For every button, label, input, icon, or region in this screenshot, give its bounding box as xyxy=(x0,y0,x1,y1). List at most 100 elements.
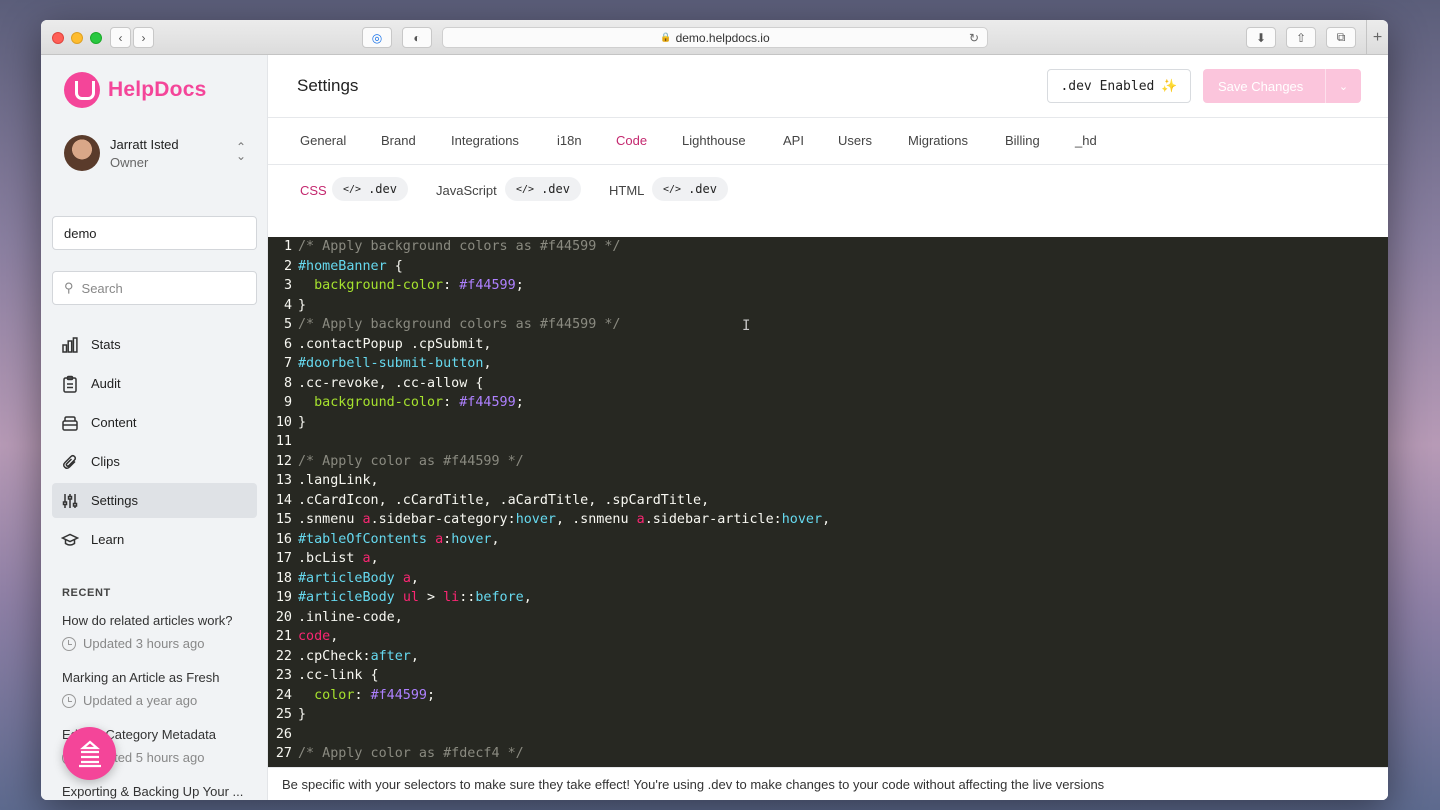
recent-item-title: How do related articles work? xyxy=(62,613,233,628)
code-line[interactable]: 21 code, xyxy=(268,627,1388,647)
recent-item[interactable]: Exporting & Backing Up Your ... xyxy=(62,784,257,799)
page-title: Settings xyxy=(297,76,359,95)
javascript-dev-toggle[interactable]: </> .dev xyxy=(505,177,581,201)
code-tag-selector: a xyxy=(362,551,371,566)
sidebar-item-content[interactable]: Content xyxy=(52,405,257,440)
code-id-selector: #articleBody xyxy=(298,570,395,586)
tab-migrations[interactable]: Migrations xyxy=(908,133,968,148)
sidebar-item-audit[interactable]: Audit xyxy=(52,366,257,401)
code-content: .bcList a, xyxy=(298,549,379,569)
code-line[interactable]: 16 #tableOfContents a:hover, xyxy=(268,530,1388,550)
brand-name: HelpDocs xyxy=(108,78,207,101)
code-value: #f44599 xyxy=(459,395,516,410)
subtab-html[interactable]: HTML xyxy=(609,183,644,198)
code-content: #articleBody ul > li::before, xyxy=(298,588,532,608)
code-content: code, xyxy=(298,627,338,647)
address-bar[interactable]: 🔒 demo.helpdocs.io ↻ xyxy=(442,27,988,48)
css-dev-toggle[interactable]: </> .dev xyxy=(332,177,408,201)
code-line[interactable]: 8 .cc-revoke, .cc-allow { xyxy=(268,374,1388,394)
code-content: .langLink, xyxy=(298,471,379,491)
dev-enabled-button[interactable]: .dev Enabled ✨ xyxy=(1047,69,1191,103)
html-dev-toggle[interactable]: </> .dev xyxy=(652,177,728,201)
code-line[interactable]: 19 #articleBody ul > li::before, xyxy=(268,588,1388,608)
line-number: 12 xyxy=(275,453,292,469)
search-input[interactable]: ⚲ Search xyxy=(52,271,257,305)
tab-users[interactable]: Users xyxy=(838,133,872,148)
css-code-editor[interactable]: I 1 /* Apply background colors as #f44599… xyxy=(268,237,1388,787)
code-line[interactable]: 7 #doorbell-submit-button, xyxy=(268,354,1388,374)
forward-button[interactable]: › xyxy=(133,27,154,48)
code-line[interactable]: 4} xyxy=(268,296,1388,316)
chevron-down-icon[interactable]: ⌄ xyxy=(1325,69,1361,103)
code-line[interactable]: 24 color: #f44599; xyxy=(268,686,1388,706)
tab-hd[interactable]: _hd xyxy=(1075,133,1097,148)
code-line[interactable]: 11 xyxy=(268,432,1388,452)
code-line[interactable]: 12 /* Apply color as #f44599 */ xyxy=(268,452,1388,472)
code-line[interactable]: 9 background-color: #f44599; xyxy=(268,393,1388,413)
line-number: 21 xyxy=(275,629,292,644)
code-line[interactable]: 27 /* Apply color as #fdecf4 */ xyxy=(268,744,1388,764)
code-line[interactable]: 14 .cCardIcon, .cCardTitle, .aCardTitle, … xyxy=(268,491,1388,511)
close-window-button[interactable] xyxy=(52,32,64,44)
help-widget-button[interactable] xyxy=(63,727,116,780)
code-text: , xyxy=(523,590,532,605)
paperclip-icon xyxy=(61,453,79,471)
page-header: Settings .dev Enabled ✨ Save Changes ⌄ xyxy=(268,55,1388,118)
sidebar-item-stats[interactable]: Stats xyxy=(52,327,257,362)
workspace-field[interactable]: demo xyxy=(52,216,257,250)
code-text: : xyxy=(443,531,452,547)
new-tab-button[interactable]: + xyxy=(1366,20,1388,55)
code-line[interactable]: 2 #homeBanner { xyxy=(268,257,1388,277)
tab-general[interactable]: General xyxy=(300,133,346,148)
code-line[interactable]: 17 .bcList a, xyxy=(268,549,1388,569)
downloads-button[interactable]: ⬇ xyxy=(1246,27,1276,48)
sidebar-item-label: Settings xyxy=(91,493,138,508)
privacy-button[interactable]: ◐ xyxy=(402,27,432,48)
code-subtabs: CSS </> .dev JavaScript </> .dev HTML </>.… xyxy=(268,165,1388,218)
share-button[interactable]: ⇧ xyxy=(1286,27,1316,48)
subtab-css[interactable]: CSS xyxy=(300,183,327,198)
code-line[interactable]: 10} xyxy=(268,413,1388,433)
tab-billing[interactable]: Billing xyxy=(1005,133,1040,148)
tab-i18n[interactable]: i18n xyxy=(557,133,582,148)
bar-chart-icon xyxy=(61,336,79,354)
reload-icon[interactable]: ↻ xyxy=(969,31,979,45)
zoom-window-button[interactable] xyxy=(90,32,102,44)
code-line[interactable]: 20 .inline-code, xyxy=(268,608,1388,628)
sidebar-item-label: Audit xyxy=(91,376,121,391)
code-line[interactable]: 22 .cpCheck:after, xyxy=(268,647,1388,667)
save-changes-button[interactable]: Save Changes ⌄ xyxy=(1203,69,1361,103)
code-line[interactable]: 23 .cc-link { xyxy=(268,666,1388,686)
tab-brand[interactable]: Brand xyxy=(381,133,416,148)
tab-code[interactable]: Code xyxy=(616,133,647,148)
code-content: .snmenu a.sidebar-category:hover, .snmen… xyxy=(298,510,830,530)
line-number: 16 xyxy=(275,531,292,547)
code-line[interactable]: 1 /* Apply background colors as #f44599 *… xyxy=(268,237,1388,257)
password-button[interactable]: ◎ xyxy=(362,27,392,48)
code-line[interactable]: 26 xyxy=(268,725,1388,745)
minimize-window-button[interactable] xyxy=(71,32,83,44)
subtab-javascript[interactable]: JavaScript xyxy=(436,183,497,198)
sidebar-item-settings[interactable]: Settings xyxy=(52,483,257,518)
user-switcher[interactable]: Jarratt Isted Owner ⌃ ⌄ xyxy=(64,135,246,171)
sidebar-item-clips[interactable]: Clips xyxy=(52,444,257,479)
helpdocs-logo[interactable]: HelpDocs xyxy=(64,72,206,108)
code-line[interactable]: 15 .snmenu a.sidebar-category:hover, .snm… xyxy=(268,510,1388,530)
code-line[interactable]: 5 /* Apply background colors as #f44599 *… xyxy=(268,315,1388,335)
chevron-up-down-icon[interactable]: ⌃ ⌄ xyxy=(236,141,246,162)
tabs-overview-button[interactable]: ⧉ xyxy=(1326,27,1356,48)
recent-item[interactable]: Marking an Article as Fresh Updated a ye… xyxy=(62,670,257,708)
lock-icon: 🔒 xyxy=(660,32,672,42)
tab-lighthouse[interactable]: Lighthouse xyxy=(682,133,746,148)
code-line[interactable]: 25} xyxy=(268,705,1388,725)
code-line[interactable]: 18 #articleBody a, xyxy=(268,569,1388,589)
tab-integrations[interactable]: Integrations xyxy=(451,133,519,148)
code-tag-selector: a xyxy=(362,512,371,527)
code-line[interactable]: 3 background-color: #f44599; xyxy=(268,276,1388,296)
recent-item[interactable]: How do related articles work? Updated 3 … xyxy=(62,613,257,651)
sidebar-item-learn[interactable]: Learn xyxy=(52,522,257,557)
tab-api[interactable]: API xyxy=(783,133,804,148)
back-button[interactable]: ‹ xyxy=(110,27,131,48)
code-line[interactable]: 6 .contactPopup .cpSubmit, xyxy=(268,335,1388,355)
code-line[interactable]: 13 .langLink, xyxy=(268,471,1388,491)
